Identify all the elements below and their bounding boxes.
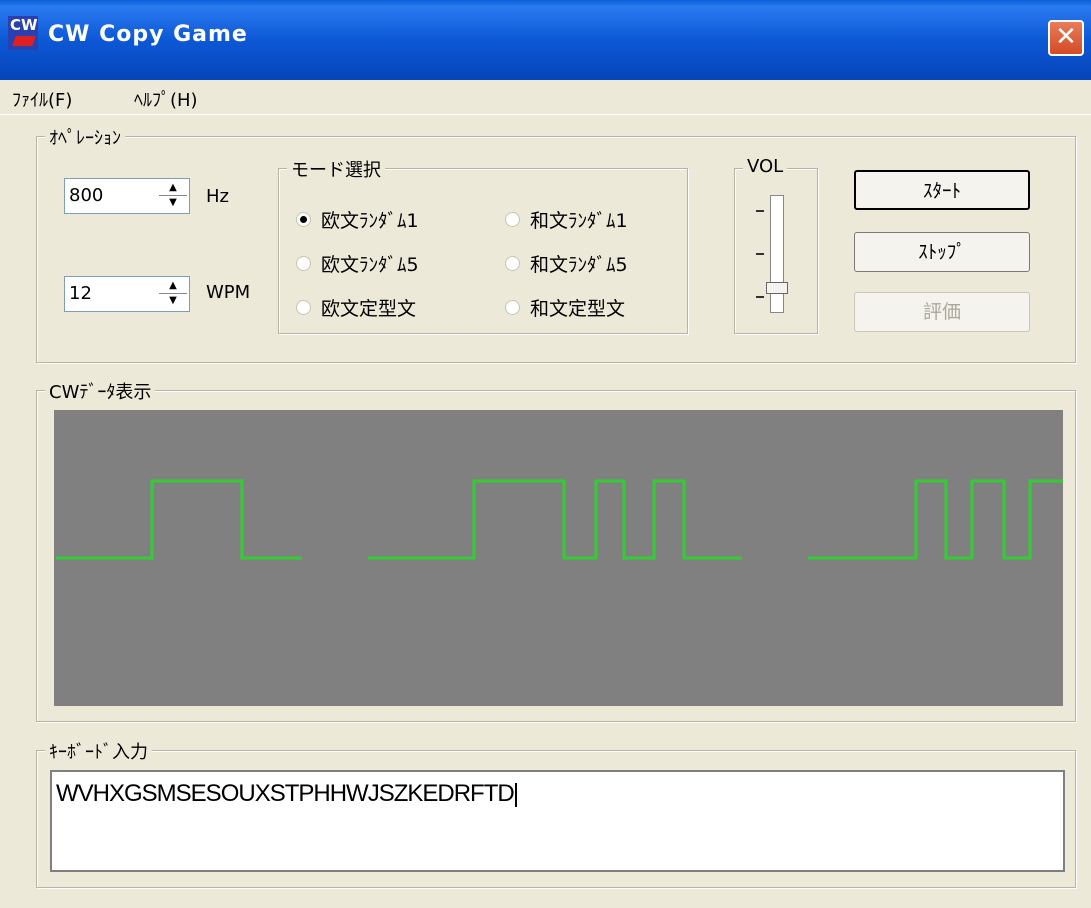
- radio-label: 欧文ﾗﾝﾀﾞﾑ1: [321, 210, 419, 232]
- close-icon: ✕: [1055, 22, 1077, 52]
- radio-label: 欧文定型文: [321, 298, 417, 320]
- radio-label: 和文定型文: [530, 298, 626, 320]
- spin-down-icon[interactable]: ▼: [159, 294, 187, 308]
- frequency-spinner[interactable]: 800 ▲ ▼: [64, 178, 190, 214]
- cw-waveform: [56, 479, 1063, 560]
- radio-icon: [296, 300, 311, 315]
- evaluate-button[interactable]: 評価: [854, 292, 1030, 332]
- spin-up-icon[interactable]: ▲: [159, 181, 187, 196]
- frequency-value: 800: [69, 185, 104, 206]
- cw-waveform-display: [54, 410, 1063, 706]
- start-button[interactable]: ｽﾀｰﾄ: [854, 170, 1030, 210]
- volume-tick: [756, 296, 764, 298]
- spin-down-icon[interactable]: ▼: [159, 196, 187, 210]
- app-icon[interactable]: CW: [8, 16, 38, 50]
- wpm-spinner-arrows[interactable]: ▲ ▼: [159, 279, 187, 309]
- app-icon-bar: [12, 36, 36, 46]
- radio-english-random1[interactable]: 欧文ﾗﾝﾀﾞﾑ1: [296, 206, 419, 233]
- radio-english-random5[interactable]: 欧文ﾗﾝﾀﾞﾑ5: [296, 250, 419, 277]
- app-icon-label: CW: [10, 16, 38, 34]
- cw-signal-trace: [56, 479, 302, 560]
- main-window: CW CW Copy Game ✕ ﾌｧｲﾙ(F) ﾍﾙﾌﾟ(H) ｵﾍﾟﾚｰｼ…: [0, 0, 1091, 908]
- radio-selected-icon: [296, 212, 311, 227]
- radio-japanese-random1[interactable]: 和文ﾗﾝﾀﾞﾑ1: [505, 206, 628, 233]
- wpm-value: 12: [69, 283, 92, 304]
- spin-up-icon[interactable]: ▲: [159, 279, 187, 294]
- radio-icon: [505, 212, 520, 227]
- radio-label: 和文ﾗﾝﾀﾞﾑ5: [530, 254, 628, 276]
- title-bar[interactable]: CW CW Copy Game ✕: [0, 0, 1091, 80]
- frequency-unit: Hz: [206, 186, 229, 207]
- operation-group-label: ｵﾍﾟﾚｰｼｮﾝ: [45, 124, 125, 150]
- menu-help[interactable]: ﾍﾙﾌﾟ(H): [134, 86, 198, 112]
- volume-slider-track[interactable]: [770, 195, 784, 313]
- radio-english-fixed[interactable]: 欧文定型文: [296, 294, 416, 321]
- window-title: CW Copy Game: [48, 22, 248, 47]
- cw-display-group-label: CWﾃﾞｰﾀ表示: [45, 378, 156, 404]
- frequency-spinner-arrows[interactable]: ▲ ▼: [159, 181, 187, 211]
- mode-group-label: モード選択: [287, 156, 385, 182]
- keyboard-input-group-label: ｷｰﾎﾞｰﾄﾞ入力: [45, 738, 152, 764]
- volume-tick: [756, 210, 764, 212]
- text-caret: [514, 782, 517, 807]
- cw-signal-trace: [368, 479, 742, 560]
- cw-signal-trace: [808, 479, 1063, 560]
- keyboard-input-text: WVHXGSMSESOUXSTPHHWJSZKEDRFTD: [56, 780, 517, 808]
- close-button[interactable]: ✕: [1048, 20, 1084, 56]
- keyboard-input-value: WVHXGSMSESOUXSTPHHWJSZKEDRFTD: [56, 780, 515, 807]
- menu-file[interactable]: ﾌｧｲﾙ(F): [12, 86, 72, 112]
- menu-bar: ﾌｧｲﾙ(F) ﾍﾙﾌﾟ(H): [0, 80, 1091, 115]
- volume-tick: [756, 253, 764, 255]
- radio-icon: [505, 256, 520, 271]
- radio-label: 欧文ﾗﾝﾀﾞﾑ5: [321, 254, 419, 276]
- keyboard-input-field[interactable]: WVHXGSMSESOUXSTPHHWJSZKEDRFTD: [50, 770, 1065, 872]
- radio-japanese-random5[interactable]: 和文ﾗﾝﾀﾞﾑ5: [505, 250, 628, 277]
- radio-japanese-fixed[interactable]: 和文定型文: [505, 294, 625, 321]
- radio-icon: [296, 256, 311, 271]
- stop-button[interactable]: ｽﾄｯﾌﾟ: [854, 232, 1030, 272]
- radio-icon: [505, 300, 520, 315]
- volume-slider-thumb[interactable]: [766, 282, 788, 294]
- wpm-spinner[interactable]: 12 ▲ ▼: [64, 276, 190, 312]
- wpm-unit: WPM: [206, 282, 251, 303]
- volume-group-label: VOL: [743, 156, 788, 177]
- radio-label: 和文ﾗﾝﾀﾞﾑ1: [530, 210, 628, 232]
